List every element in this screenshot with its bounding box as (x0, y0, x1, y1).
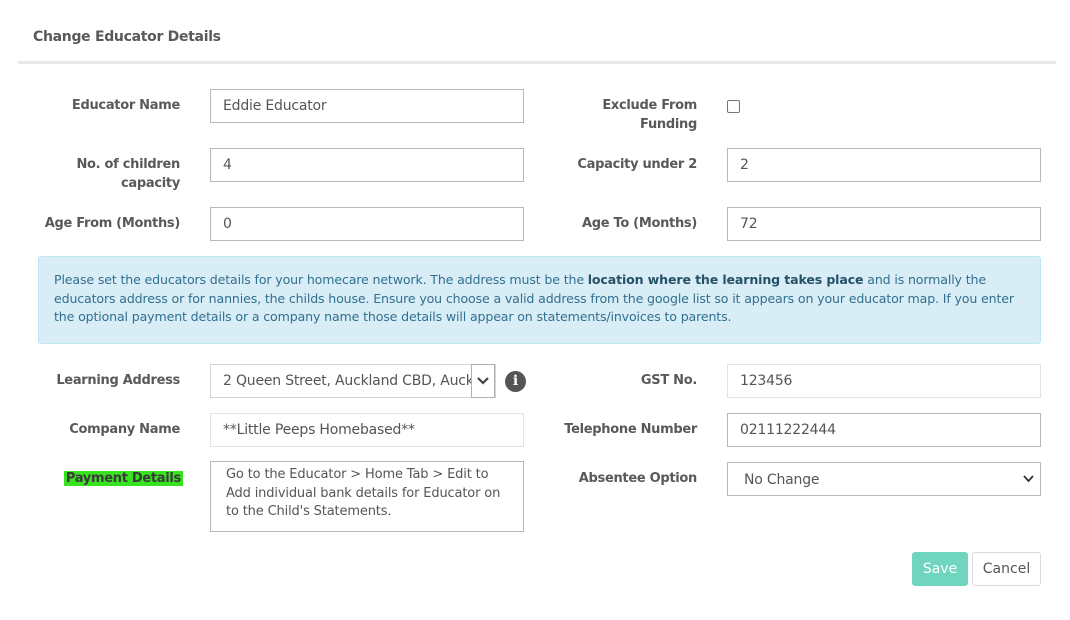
educator-name-label: Educator Name (71, 98, 180, 113)
telephone-input[interactable]: 02111222444 (727, 413, 1041, 447)
absentee-option-label: Absentee Option (578, 471, 698, 486)
children-capacity-input[interactable]: 4 (210, 148, 524, 182)
age-from-input[interactable]: 0 (210, 207, 524, 241)
chevron-down-icon (1023, 475, 1034, 483)
company-name-label: Company Name (69, 422, 180, 437)
info-text-before: Please set the educators details for you… (54, 272, 588, 287)
age-to-input[interactable]: 72 (727, 207, 1041, 241)
capacity-under-2-input[interactable]: 2 (727, 148, 1041, 182)
cancel-button[interactable]: Cancel (972, 552, 1041, 586)
info-text-bold: location where the learning takes place (587, 272, 864, 287)
educator-name-input[interactable]: Eddie Educator (210, 89, 524, 123)
exclude-funding-label-line2: Funding (640, 117, 697, 132)
exclude-funding-label: Exclude From Funding (547, 96, 697, 134)
payment-details-label: Payment Details (33, 469, 183, 488)
gst-no-input[interactable]: 123456 (727, 364, 1041, 398)
age-to-label: Age To (Months) (581, 216, 697, 231)
children-capacity-label: No. of children capacity (30, 155, 180, 193)
gst-no-label: GST No. (640, 373, 697, 388)
info-circle-icon[interactable]: i (505, 371, 526, 392)
payment-details-highlight: Payment Details (63, 471, 183, 486)
modal-title: Change Educator Details (33, 29, 221, 45)
age-from-label: Age From (Months) (44, 216, 181, 231)
payment-details-textarea[interactable]: Go to the Educator > Home Tab > Edit to … (210, 461, 524, 532)
telephone-label: Telephone Number (564, 422, 697, 437)
learning-address-select[interactable]: 2 Queen Street, Auckland CBD, Auckland (210, 364, 496, 398)
absentee-option-select[interactable]: No Change (727, 462, 1041, 496)
children-capacity-label-line1: No. of children (76, 157, 180, 172)
capacity-under-2-label: Capacity under 2 (577, 157, 697, 172)
learning-address-label: Learning Address (56, 373, 180, 388)
chevron-down-icon[interactable] (471, 364, 495, 398)
learning-address-value: 2 Queen Street, Auckland CBD, Auckland (223, 373, 473, 389)
company-name-input[interactable]: **Little Peeps Homebased** (210, 413, 524, 447)
save-button[interactable]: Save (912, 552, 968, 586)
absentee-option-value: No Change (744, 472, 820, 488)
info-alert: Please set the educators details for you… (38, 256, 1041, 344)
children-capacity-label-line2: capacity (120, 176, 180, 191)
exclude-funding-label-line1: Exclude From (602, 98, 697, 113)
exclude-funding-checkbox[interactable] (727, 100, 740, 113)
title-divider (18, 61, 1056, 64)
